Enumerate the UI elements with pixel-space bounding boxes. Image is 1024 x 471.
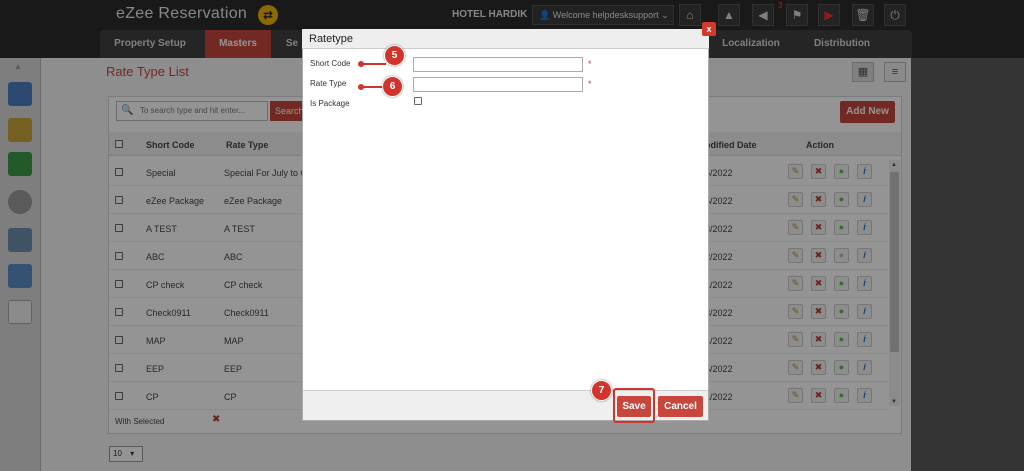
cancel-button[interactable]: Cancel xyxy=(658,396,703,417)
step-6-badge: 6 xyxy=(382,76,403,97)
step-6-pointer-dot xyxy=(358,84,364,90)
step-7-badge: 7 xyxy=(591,380,612,401)
dialog-title: Ratetype xyxy=(309,33,354,45)
step-5-pointer xyxy=(362,63,386,65)
short-code-required-mark: * xyxy=(588,59,592,69)
short-code-input[interactable] xyxy=(413,57,583,72)
is-package-checkbox[interactable] xyxy=(414,97,422,105)
step-5-badge: 5 xyxy=(384,45,405,66)
rate-type-required-mark: * xyxy=(588,79,592,89)
close-icon[interactable]: x xyxy=(702,22,716,36)
step-5-pointer-dot xyxy=(358,61,364,67)
rate-type-input[interactable] xyxy=(413,77,583,92)
save-button[interactable]: Save xyxy=(617,396,651,417)
rate-type-label: Rate Type xyxy=(310,79,347,88)
dialog-header xyxy=(302,29,709,49)
is-package-label: Is Package xyxy=(310,99,350,108)
step-6-pointer xyxy=(362,86,384,88)
short-code-label: Short Code xyxy=(310,59,351,68)
